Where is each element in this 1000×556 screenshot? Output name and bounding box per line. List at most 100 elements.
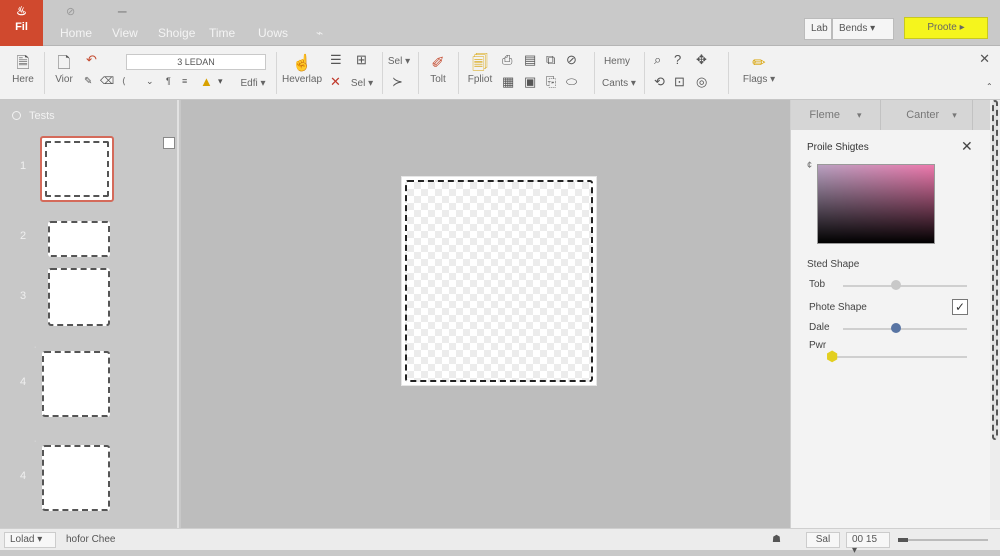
quick-access-bar-icon[interactable]: ▁: [118, 0, 126, 13]
edit-button[interactable]: Edfi ▾: [236, 78, 270, 89]
panel-heading: Proile Shigtes: [807, 142, 869, 153]
lab-select[interactable]: Lab: [804, 18, 832, 40]
editing-canvas[interactable]: [181, 100, 790, 528]
grid-icon[interactable]: ⊞: [356, 52, 367, 68]
font-color-icon[interactable]: ▾: [218, 76, 223, 87]
slide-thumbnail-5[interactable]: [42, 445, 110, 511]
slide-thumbnail-2[interactable]: [48, 221, 110, 257]
vior-button[interactable]: 🗋 Vior: [50, 54, 78, 85]
slide-thumbnail-3[interactable]: [48, 268, 110, 326]
paint-drop-icon[interactable]: ⬢: [826, 348, 838, 365]
panel-checkbox[interactable]: [163, 137, 175, 149]
dale-slider-track[interactable]: [843, 328, 967, 330]
highlight-icon[interactable]: ▲: [200, 74, 213, 89]
zoom-slider-thumb[interactable]: [898, 538, 908, 542]
zoom-slider[interactable]: [898, 538, 988, 542]
list-icon[interactable]: ☰: [330, 52, 342, 68]
sal-button[interactable]: Sal: [806, 532, 840, 548]
slide-number: 4: [20, 376, 27, 388]
copy-icon[interactable]: ⧉: [546, 52, 555, 68]
slider-label-pwr: Pwr: [809, 340, 827, 351]
radio-icon[interactable]: [12, 111, 21, 120]
tab-canter[interactable]: Canter ▾: [891, 100, 973, 130]
panel-tabs: Fleme ▾ Canter ▾: [791, 100, 1000, 130]
collapse-icon[interactable]: ⌃: [986, 82, 993, 91]
connector-icon[interactable]: ≻: [392, 74, 403, 90]
tab-fleme-label: Fleme: [809, 109, 840, 121]
undo-icon[interactable]: ↶: [86, 52, 97, 68]
search-icon[interactable]: ⌕: [654, 52, 661, 68]
slide-number: 1: [20, 160, 27, 172]
help-icon[interactable]: ?: [674, 52, 681, 67]
pencil-icon: ✏: [752, 55, 766, 72]
rotate-icon[interactable]: ⟲: [654, 74, 665, 90]
move-icon[interactable]: ✥: [696, 52, 707, 68]
zoom-select[interactable]: 00 15 ▾: [846, 532, 890, 556]
paragraph-icon[interactable]: ¶: [166, 76, 171, 86]
menu-shoige[interactable]: Shoige: [158, 26, 195, 40]
bends-select[interactable]: Bends ▾: [832, 18, 894, 40]
slider-label-tob: Tob: [809, 279, 826, 290]
panel-icon[interactable]: ▤: [524, 52, 536, 68]
ellipse-icon[interactable]: ⬭: [566, 74, 577, 90]
checkbox-label: Phote Shape: [809, 302, 867, 313]
status-text: hofor Chee: [66, 534, 116, 545]
cants-button[interactable]: Cants ▾: [600, 78, 638, 89]
pointer-icon: ☝: [292, 55, 312, 72]
quick-access-icon[interactable]: ⊘: [66, 5, 75, 18]
menu-more-icon[interactable]: ⌁: [316, 26, 323, 40]
brush-icon: ✐: [431, 55, 445, 72]
font-name-input[interactable]: 3 LEDAN: [126, 54, 266, 70]
delete-icon[interactable]: ✕: [330, 74, 341, 90]
sel-label: Sel ▾: [387, 56, 411, 67]
tab-fleme[interactable]: Fleme ▾: [791, 100, 881, 130]
hemy-button[interactable]: Hemy: [600, 56, 634, 67]
flags-button[interactable]: ✏ Flags ▾: [740, 54, 778, 85]
sel-mini-button[interactable]: Sel ▾: [350, 78, 374, 89]
table-icon[interactable]: ▦: [502, 74, 514, 90]
promote-button[interactable]: Proote ▸: [904, 17, 988, 39]
eraser-icon[interactable]: ⌫: [100, 76, 114, 87]
color-picker-swatch[interactable]: [817, 164, 935, 244]
layers-icon[interactable]: ▣: [524, 74, 536, 90]
file-tab[interactable]: ♨ Fil: [0, 0, 43, 46]
pwr-slider-track[interactable]: [831, 356, 967, 358]
target-icon[interactable]: ◎: [696, 74, 707, 90]
sel-button[interactable]: Sel ▾: [386, 56, 412, 67]
tolt-button[interactable]: ✐ Tolt: [424, 54, 452, 85]
tolt-label: Tolt: [430, 74, 446, 85]
slide-number: 3: [20, 290, 27, 302]
artboard[interactable]: [401, 176, 597, 386]
close-icon[interactable]: ✕: [979, 51, 990, 67]
printer-icon[interactable]: ⎙: [502, 52, 512, 68]
format-painter-icon[interactable]: ✎: [84, 76, 92, 87]
slide-thumbnail-1[interactable]: [40, 136, 114, 202]
align-icon[interactable]: ≡: [182, 76, 187, 86]
vior-label: Vior: [55, 74, 73, 85]
crop-icon[interactable]: ⊡: [674, 74, 685, 90]
dale-slider-thumb[interactable]: [891, 323, 902, 333]
layout-select[interactable]: Lolad ▾: [4, 532, 56, 548]
close-icon[interactable]: ✕: [961, 138, 973, 155]
file-tab-label: Fil: [15, 21, 28, 33]
heverlap-button[interactable]: ☝ Heverlap: [280, 54, 324, 85]
fpliot-button[interactable]: 🗐 Fpliot: [462, 54, 498, 85]
paste-icon[interactable]: ⎘: [546, 74, 556, 90]
menu-view[interactable]: View: [112, 26, 138, 40]
menu-home[interactable]: Home: [60, 26, 92, 40]
tob-slider-thumb[interactable]: [891, 280, 902, 290]
slide-thumbnail-4[interactable]: [42, 351, 110, 417]
menu-time[interactable]: Time: [209, 26, 235, 40]
selected-shape-placeholder[interactable]: [405, 180, 593, 382]
person-icon[interactable]: ☗: [772, 534, 781, 545]
phote-shape-checkbox[interactable]: ✓: [952, 299, 968, 315]
here-button[interactable]: 🗎 Here: [8, 54, 38, 85]
panel-scrollbar[interactable]: [990, 100, 1000, 520]
chevron-down-icon[interactable]: ⌄: [146, 76, 154, 87]
menu-uows[interactable]: Uows: [258, 26, 288, 40]
chevron-down-icon: ▾: [857, 110, 862, 120]
scrollbar-thumb[interactable]: [992, 100, 998, 440]
shapes-icon[interactable]: ⊘: [566, 52, 577, 68]
tob-slider-track[interactable]: [843, 285, 967, 287]
bracket-icon[interactable]: ⟨: [122, 76, 126, 87]
